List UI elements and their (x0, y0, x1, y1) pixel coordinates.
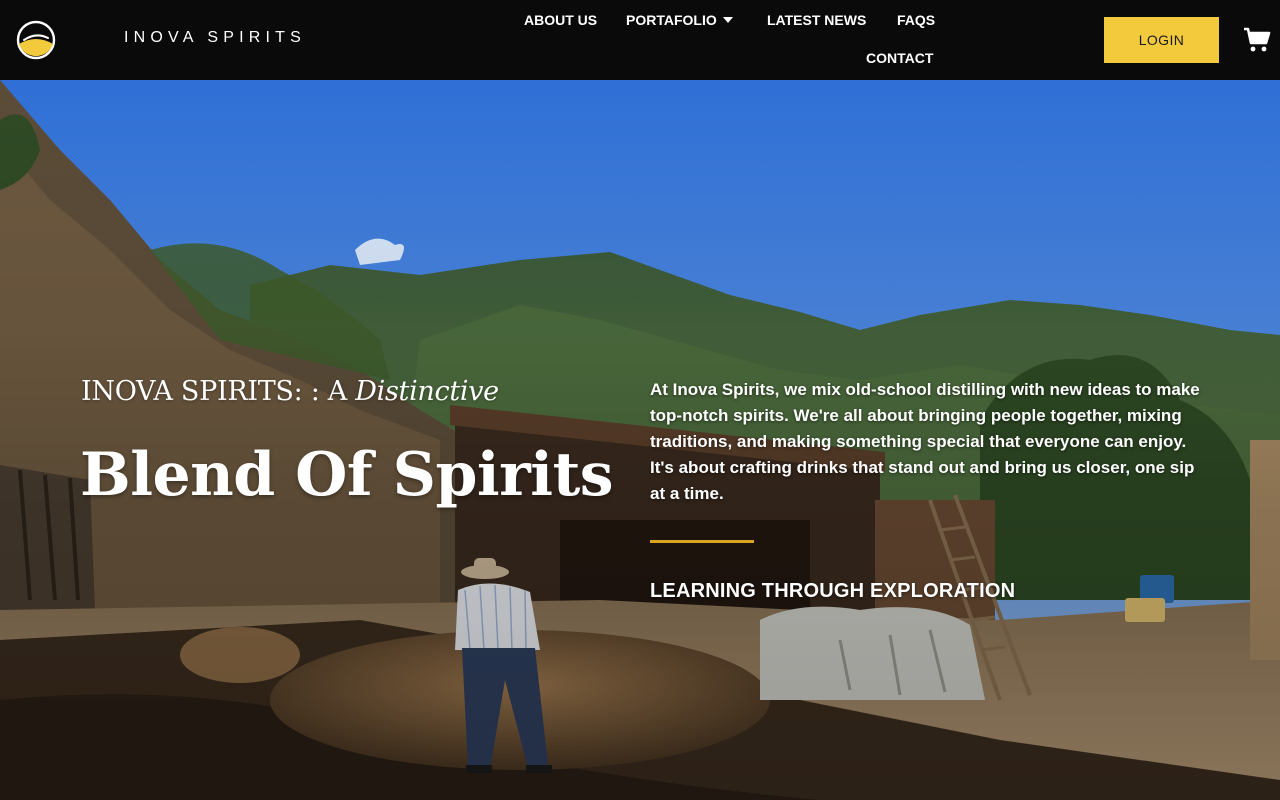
hero-subheading: LEARNING THROUGH EXPLORATION (650, 580, 1016, 602)
accent-divider (650, 540, 754, 543)
login-label: LOGIN (1138, 32, 1185, 48)
nav-portfolio-label: PORTAFOLIO (626, 12, 717, 28)
nav-portfolio[interactable]: PORTAFOLIO (626, 12, 733, 29)
hero-description: At Inova Spirits, we mix old-school dist… (650, 380, 1200, 503)
hero-kicker: INOVA SPIRITS: : A Distinctive (81, 376, 499, 407)
logo-icon[interactable] (16, 20, 56, 60)
hero-kicker-emphasis: Distinctive (355, 376, 499, 407)
nav-contact-label: CONTACT (866, 50, 934, 66)
hero-headline: Blend Of Spirits (80, 440, 614, 510)
nav-about-us[interactable]: ABOUT US (524, 12, 597, 29)
login-button[interactable]: LOGIN (1104, 17, 1219, 63)
nav-latest-news[interactable]: LATEST NEWS (767, 12, 866, 29)
shopping-cart-icon[interactable] (1243, 27, 1271, 53)
nav-about-label: ABOUT US (524, 12, 598, 28)
site-header: INOVA SPIRITS ABOUT US PORTAFOLIO LATEST… (0, 0, 1280, 80)
caret-down-icon (722, 17, 733, 23)
hero-section: INOVA SPIRITS: : A Distinctive Blend Of … (0, 80, 1280, 800)
brand-name[interactable]: INOVA SPIRITS (124, 29, 306, 47)
nav-news-label: LATEST NEWS (767, 12, 867, 28)
hero-kicker-text: INOVA SPIRITS: : A (81, 376, 356, 407)
nav-faqs[interactable]: FAQS (897, 12, 935, 29)
nav-faqs-label: FAQS (897, 12, 936, 28)
nav-contact[interactable]: CONTACT (866, 50, 933, 67)
